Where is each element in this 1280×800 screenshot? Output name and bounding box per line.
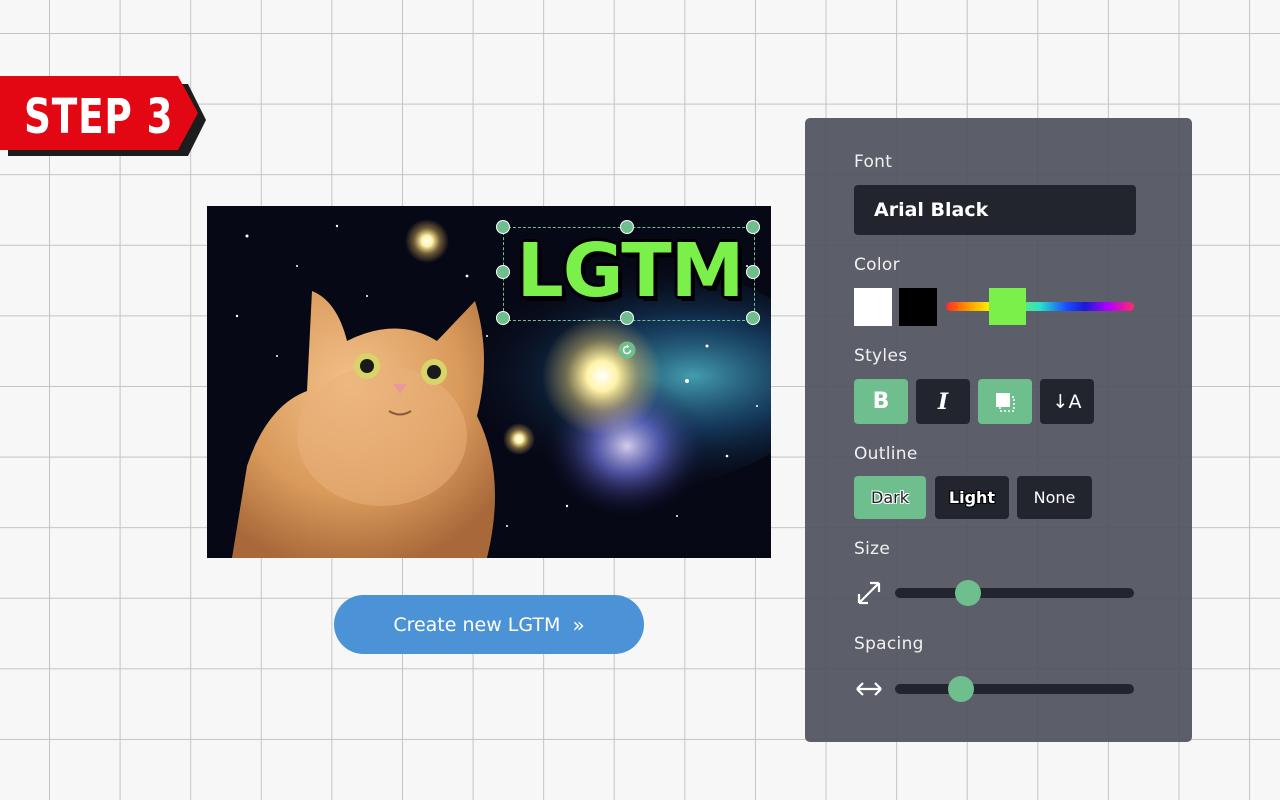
step-badge: STEP 3 <box>0 76 206 160</box>
resize-handle-top-left[interactable] <box>496 220 510 234</box>
hue-slider-track[interactable] <box>946 302 1134 311</box>
color-swatch-white[interactable] <box>854 288 892 326</box>
resize-handle-left[interactable] <box>496 265 510 279</box>
image-canvas[interactable]: LGTM <box>207 206 771 558</box>
outline-label: Outline <box>854 444 918 464</box>
step-label: STEP 3 <box>24 89 174 145</box>
shadow-icon <box>996 392 1015 412</box>
styles-label: Styles <box>854 346 908 366</box>
shadow-button[interactable] <box>978 379 1032 424</box>
resize-handle-bottom-left[interactable] <box>496 311 510 325</box>
text-settings-panel: Font Arial Black Color Styles B I ↓A Out… <box>805 118 1192 742</box>
resize-diagonal-icon <box>857 581 881 605</box>
color-swatch-black[interactable] <box>899 288 937 326</box>
spacing-label: Spacing <box>854 634 924 654</box>
resize-handle-bottom[interactable] <box>620 311 634 325</box>
font-label: Font <box>854 152 893 172</box>
create-new-lgtm-button[interactable]: Create new LGTM » <box>334 595 644 654</box>
vertical-text-button[interactable]: ↓A <box>1040 379 1094 424</box>
spacing-slider-thumb[interactable] <box>948 676 974 702</box>
font-select-value: Arial Black <box>874 199 989 221</box>
resize-handle-top[interactable] <box>620 220 634 234</box>
italic-icon: I <box>937 388 949 415</box>
bold-button[interactable]: B <box>854 379 908 424</box>
outline-light-label: Light <box>948 488 996 507</box>
font-select[interactable]: Arial Black <box>854 185 1136 235</box>
outline-none-label: None <box>1033 488 1076 507</box>
create-button-label: Create new LGTM <box>393 613 561 636</box>
color-label: Color <box>854 255 900 275</box>
resize-handle-right[interactable] <box>746 265 760 279</box>
outline-light-button[interactable]: Light <box>935 476 1009 519</box>
outline-dark-label: Dark <box>871 488 909 507</box>
vertical-text-icon: ↓A <box>1052 390 1082 413</box>
outline-none-button[interactable]: None <box>1017 476 1092 519</box>
bold-icon: B <box>872 389 890 414</box>
size-label: Size <box>854 539 891 559</box>
selection-box[interactable] <box>503 227 755 321</box>
rotate-icon[interactable] <box>618 341 636 359</box>
hue-slider-thumb[interactable] <box>989 288 1026 325</box>
double-chevron-right-icon: » <box>572 612 585 637</box>
horizontal-arrows-icon <box>856 682 882 696</box>
resize-handle-top-right[interactable] <box>746 220 760 234</box>
outline-dark-button[interactable]: Dark <box>854 476 926 519</box>
size-slider-thumb[interactable] <box>955 580 981 606</box>
size-slider-track[interactable] <box>895 588 1134 598</box>
resize-handle-bottom-right[interactable] <box>746 311 760 325</box>
spacing-slider-track[interactable] <box>895 684 1134 694</box>
italic-button[interactable]: I <box>916 379 970 424</box>
